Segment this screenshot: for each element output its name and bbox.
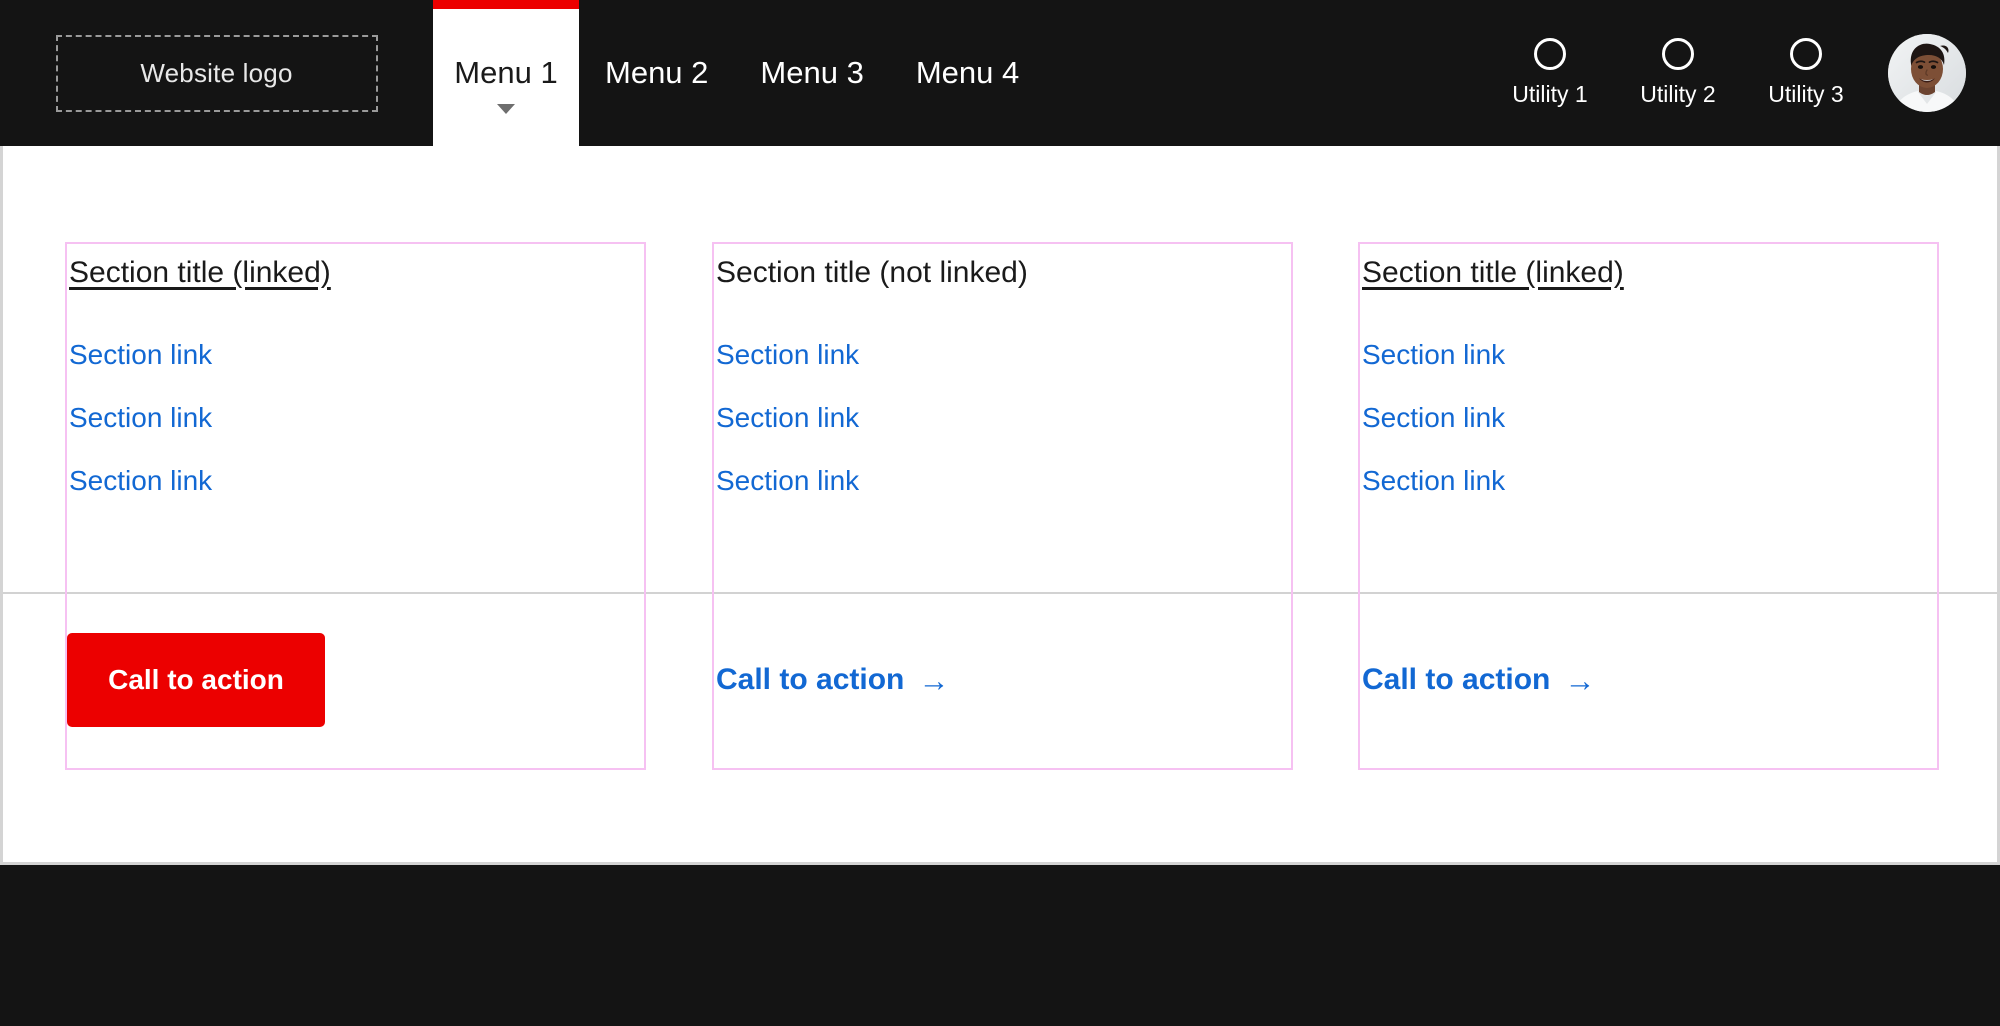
active-tab-indicator bbox=[433, 0, 579, 9]
megamenu-column-3-cta: Call to action → bbox=[1360, 592, 1937, 768]
utility-item-2-label: Utility 2 bbox=[1640, 81, 1715, 108]
megamenu-column-3-links: Section title (linked) Section link Sect… bbox=[1360, 244, 1937, 594]
circle-outline-icon bbox=[1534, 38, 1566, 70]
section-link-2-1[interactable]: Section link bbox=[716, 341, 1291, 369]
megamenu-column-1-links: Section title (linked) Section link Sect… bbox=[67, 244, 644, 594]
section-title-2: Section title (not linked) bbox=[716, 256, 1028, 291]
website-logo-slot[interactable]: Website logo bbox=[0, 0, 433, 146]
nav-item-menu-2[interactable]: Menu 2 bbox=[579, 0, 734, 146]
nav-item-menu-4-label: Menu 4 bbox=[916, 57, 1019, 88]
call-to-action-button[interactable]: Call to action bbox=[67, 633, 325, 727]
section-link-1-3[interactable]: Section link bbox=[69, 467, 644, 495]
utility-item-2[interactable]: Utility 2 bbox=[1614, 38, 1742, 108]
utility-item-1[interactable]: Utility 1 bbox=[1486, 38, 1614, 108]
megamenu-column-3: Section title (linked) Section link Sect… bbox=[1358, 242, 1939, 770]
chevron-down-icon bbox=[497, 104, 515, 114]
call-to-action-link-3-label: Call to action bbox=[1362, 663, 1550, 697]
megamenu-column-2-cta: Call to action → bbox=[714, 592, 1291, 768]
utility-item-1-label: Utility 1 bbox=[1512, 81, 1587, 108]
section-link-3-2[interactable]: Section link bbox=[1362, 404, 1937, 432]
arrow-right-icon: → bbox=[1564, 665, 1595, 696]
arrow-right-icon: → bbox=[918, 665, 949, 696]
megamenu-column-2: Section title (not linked) Section link … bbox=[712, 242, 1293, 770]
megamenu-columns: Section title (linked) Section link Sect… bbox=[3, 146, 1997, 862]
utility-navigation: Utility 1 Utility 2 Utility 3 bbox=[1486, 0, 2000, 146]
section-link-2-2[interactable]: Section link bbox=[716, 404, 1291, 432]
call-to-action-link-3[interactable]: Call to action → bbox=[1362, 663, 1595, 697]
nav-item-menu-3-label: Menu 3 bbox=[760, 57, 863, 88]
user-avatar[interactable] bbox=[1888, 34, 1966, 112]
megamenu-column-2-links: Section title (not linked) Section link … bbox=[714, 244, 1291, 594]
utility-item-3-label: Utility 3 bbox=[1768, 81, 1843, 108]
section-title-1[interactable]: Section title (linked) bbox=[69, 256, 331, 291]
megamenu-column-1-cta: Call to action bbox=[67, 592, 644, 768]
utility-item-3[interactable]: Utility 3 bbox=[1742, 38, 1870, 108]
section-link-3-3[interactable]: Section link bbox=[1362, 467, 1937, 495]
call-to-action-link-2-label: Call to action bbox=[716, 663, 904, 697]
website-logo-label: Website logo bbox=[140, 58, 292, 89]
section-link-2-3[interactable]: Section link bbox=[716, 467, 1291, 495]
nav-item-menu-1[interactable]: Menu 1 bbox=[433, 0, 579, 146]
section-title-3[interactable]: Section title (linked) bbox=[1362, 256, 1624, 291]
nav-item-menu-3[interactable]: Menu 3 bbox=[734, 0, 889, 146]
circle-outline-icon bbox=[1662, 38, 1694, 70]
site-footer bbox=[0, 865, 2000, 1026]
megamenu-column-1: Section title (linked) Section link Sect… bbox=[65, 242, 646, 770]
section-link-1-1[interactable]: Section link bbox=[69, 341, 644, 369]
nav-item-menu-1-label: Menu 1 bbox=[454, 57, 557, 88]
section-link-3-1[interactable]: Section link bbox=[1362, 341, 1937, 369]
megamenu-dropdown-panel: Section title (linked) Section link Sect… bbox=[0, 146, 2000, 865]
primary-navigation: Menu 1 Menu 2 Menu 3 Menu 4 bbox=[433, 0, 1045, 146]
user-avatar-photo bbox=[1888, 34, 1966, 112]
nav-item-menu-2-label: Menu 2 bbox=[605, 57, 708, 88]
website-logo-placeholder[interactable]: Website logo bbox=[56, 35, 378, 112]
nav-item-menu-4[interactable]: Menu 4 bbox=[890, 0, 1045, 146]
call-to-action-link-2[interactable]: Call to action → bbox=[716, 663, 949, 697]
site-header: Website logo Menu 1 Menu 2 Menu 3 Menu 4… bbox=[0, 0, 2000, 146]
section-link-1-2[interactable]: Section link bbox=[69, 404, 644, 432]
circle-outline-icon bbox=[1790, 38, 1822, 70]
